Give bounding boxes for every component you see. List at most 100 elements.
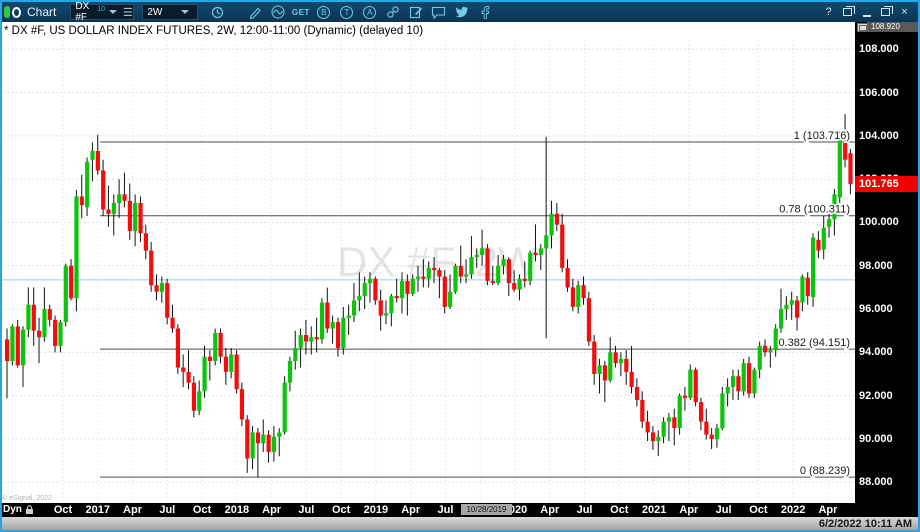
candle-body	[630, 372, 634, 387]
candle-body	[646, 422, 650, 433]
window-icon-button[interactable]	[838, 4, 857, 20]
candle-body	[555, 214, 559, 225]
candle-body	[219, 333, 223, 357]
candle-body	[160, 283, 164, 292]
candle-body	[165, 283, 169, 318]
candle-body	[304, 335, 308, 341]
candle-body	[475, 255, 479, 257]
candle-body	[784, 305, 788, 309]
candle-body	[731, 376, 735, 387]
interval-dropdown[interactable]: 2W	[142, 4, 198, 20]
candle-body	[822, 228, 826, 250]
candle-body	[224, 357, 228, 372]
candle-body	[437, 270, 441, 276]
candle-body	[16, 326, 20, 365]
candle-body	[549, 214, 553, 236]
candle-body	[614, 352, 618, 363]
symbol-link-icon[interactable]	[381, 3, 404, 21]
esignal-logo-icon	[4, 6, 21, 18]
x-axis-tick: 2017	[86, 504, 110, 516]
candle-body	[277, 432, 281, 436]
get-quote-icon[interactable]: GET	[289, 3, 312, 21]
studies-wave-icon[interactable]	[266, 3, 289, 21]
status-bar: 6/2/2022 10:11 AM	[0, 517, 920, 532]
candle-body	[235, 355, 239, 390]
candlestick-plot[interactable]: DX #F, 2W1 (103.716)0.78 (100.311)0.382 …	[0, 22, 855, 503]
symbol-dropdown[interactable]: DX #F 10 ☰	[70, 4, 134, 20]
candle-body	[117, 194, 121, 203]
circle-b-icon[interactable]: B	[312, 3, 335, 21]
candle-body	[213, 333, 217, 361]
candle-body	[90, 151, 94, 160]
candle-body	[181, 368, 185, 372]
facebook-icon[interactable]	[473, 3, 496, 21]
candle-body	[587, 298, 591, 341]
candle-body	[480, 248, 484, 254]
x-axis-tick: Apr	[262, 504, 281, 516]
candle-body	[293, 348, 297, 361]
time-axis[interactable]: Dyn 10/28/2019 Oct2017AprJulOct2018AprJu…	[0, 503, 920, 517]
chevron-down-icon[interactable]	[181, 10, 189, 14]
twitter-icon[interactable]	[450, 3, 473, 21]
candle-body	[827, 219, 831, 227]
candle-body	[299, 335, 303, 348]
chart-pane[interactable]: * DX #F, US DOLLAR INDEX FUTURES, 2W, 12…	[0, 22, 855, 503]
symbol-menu-icon[interactable]: ☰	[123, 6, 133, 19]
app-label: Chart	[27, 5, 56, 19]
candle-body	[395, 296, 399, 298]
candle-body	[619, 359, 623, 363]
last-price-badge: 101.765	[855, 176, 920, 192]
candle-body	[421, 277, 425, 279]
chevron-down-icon[interactable]	[109, 10, 117, 14]
candle-body	[720, 393, 724, 428]
x-axis-tick: Oct	[54, 504, 72, 516]
selected-date-badge: 10/28/2019	[461, 504, 512, 515]
candle-body	[843, 142, 847, 160]
candle-body	[491, 281, 495, 283]
x-axis-tick: 2018	[225, 504, 249, 516]
candle-body	[443, 277, 447, 307]
y-axis-tick: 88.000	[855, 476, 920, 488]
pencil-draw-icon[interactable]	[243, 3, 266, 21]
circle-a-icon[interactable]: A	[358, 3, 381, 21]
candle-body	[715, 428, 719, 439]
fib-label: 0.382 (94.151)	[778, 337, 850, 349]
candle-body	[790, 300, 794, 304]
candle-body	[251, 432, 255, 458]
restore-pane-icon[interactable]	[857, 23, 868, 32]
candle-body	[122, 194, 126, 200]
notes-edit-icon[interactable]	[404, 3, 427, 21]
candle-body	[112, 203, 116, 214]
candle-body	[816, 240, 820, 251]
candle-body	[838, 138, 842, 198]
x-axis-tick: Jul	[577, 504, 593, 516]
candle-body	[186, 372, 190, 383]
dyn-mode-label: Dyn	[3, 504, 22, 515]
candle-body	[384, 313, 388, 315]
x-axis-tick: 2019	[364, 504, 388, 516]
clock-icon[interactable]	[206, 3, 229, 21]
candle-body	[74, 196, 78, 298]
close-button[interactable]: ×	[895, 4, 914, 20]
x-axis-tick: 2022	[781, 504, 805, 516]
y-axis-tick: 100.000	[855, 216, 920, 228]
candle-body	[203, 357, 207, 392]
interval-value: 2W	[147, 7, 162, 18]
symbol-value: DX #F	[75, 1, 89, 23]
candle-body	[427, 268, 431, 279]
candle-body	[48, 309, 52, 320]
t-label: T	[340, 6, 353, 19]
candle-body	[379, 300, 383, 315]
candle-body	[341, 318, 345, 348]
restore-button[interactable]	[876, 4, 895, 20]
chat-bubble-icon[interactable]	[427, 3, 450, 21]
price-axis[interactable]: 108.920 101.765 108.000106.000104.000102…	[855, 22, 920, 503]
help-button[interactable]: ?	[819, 4, 838, 20]
candle-body	[736, 376, 740, 391]
copyright-text: © eSignal, 2022	[2, 495, 52, 502]
candle-body	[640, 400, 644, 422]
circle-t-icon[interactable]: T	[335, 3, 358, 21]
axis-top-badge: 108.920	[867, 22, 920, 32]
minimize-button[interactable]	[857, 4, 876, 20]
candle-body	[53, 320, 57, 346]
